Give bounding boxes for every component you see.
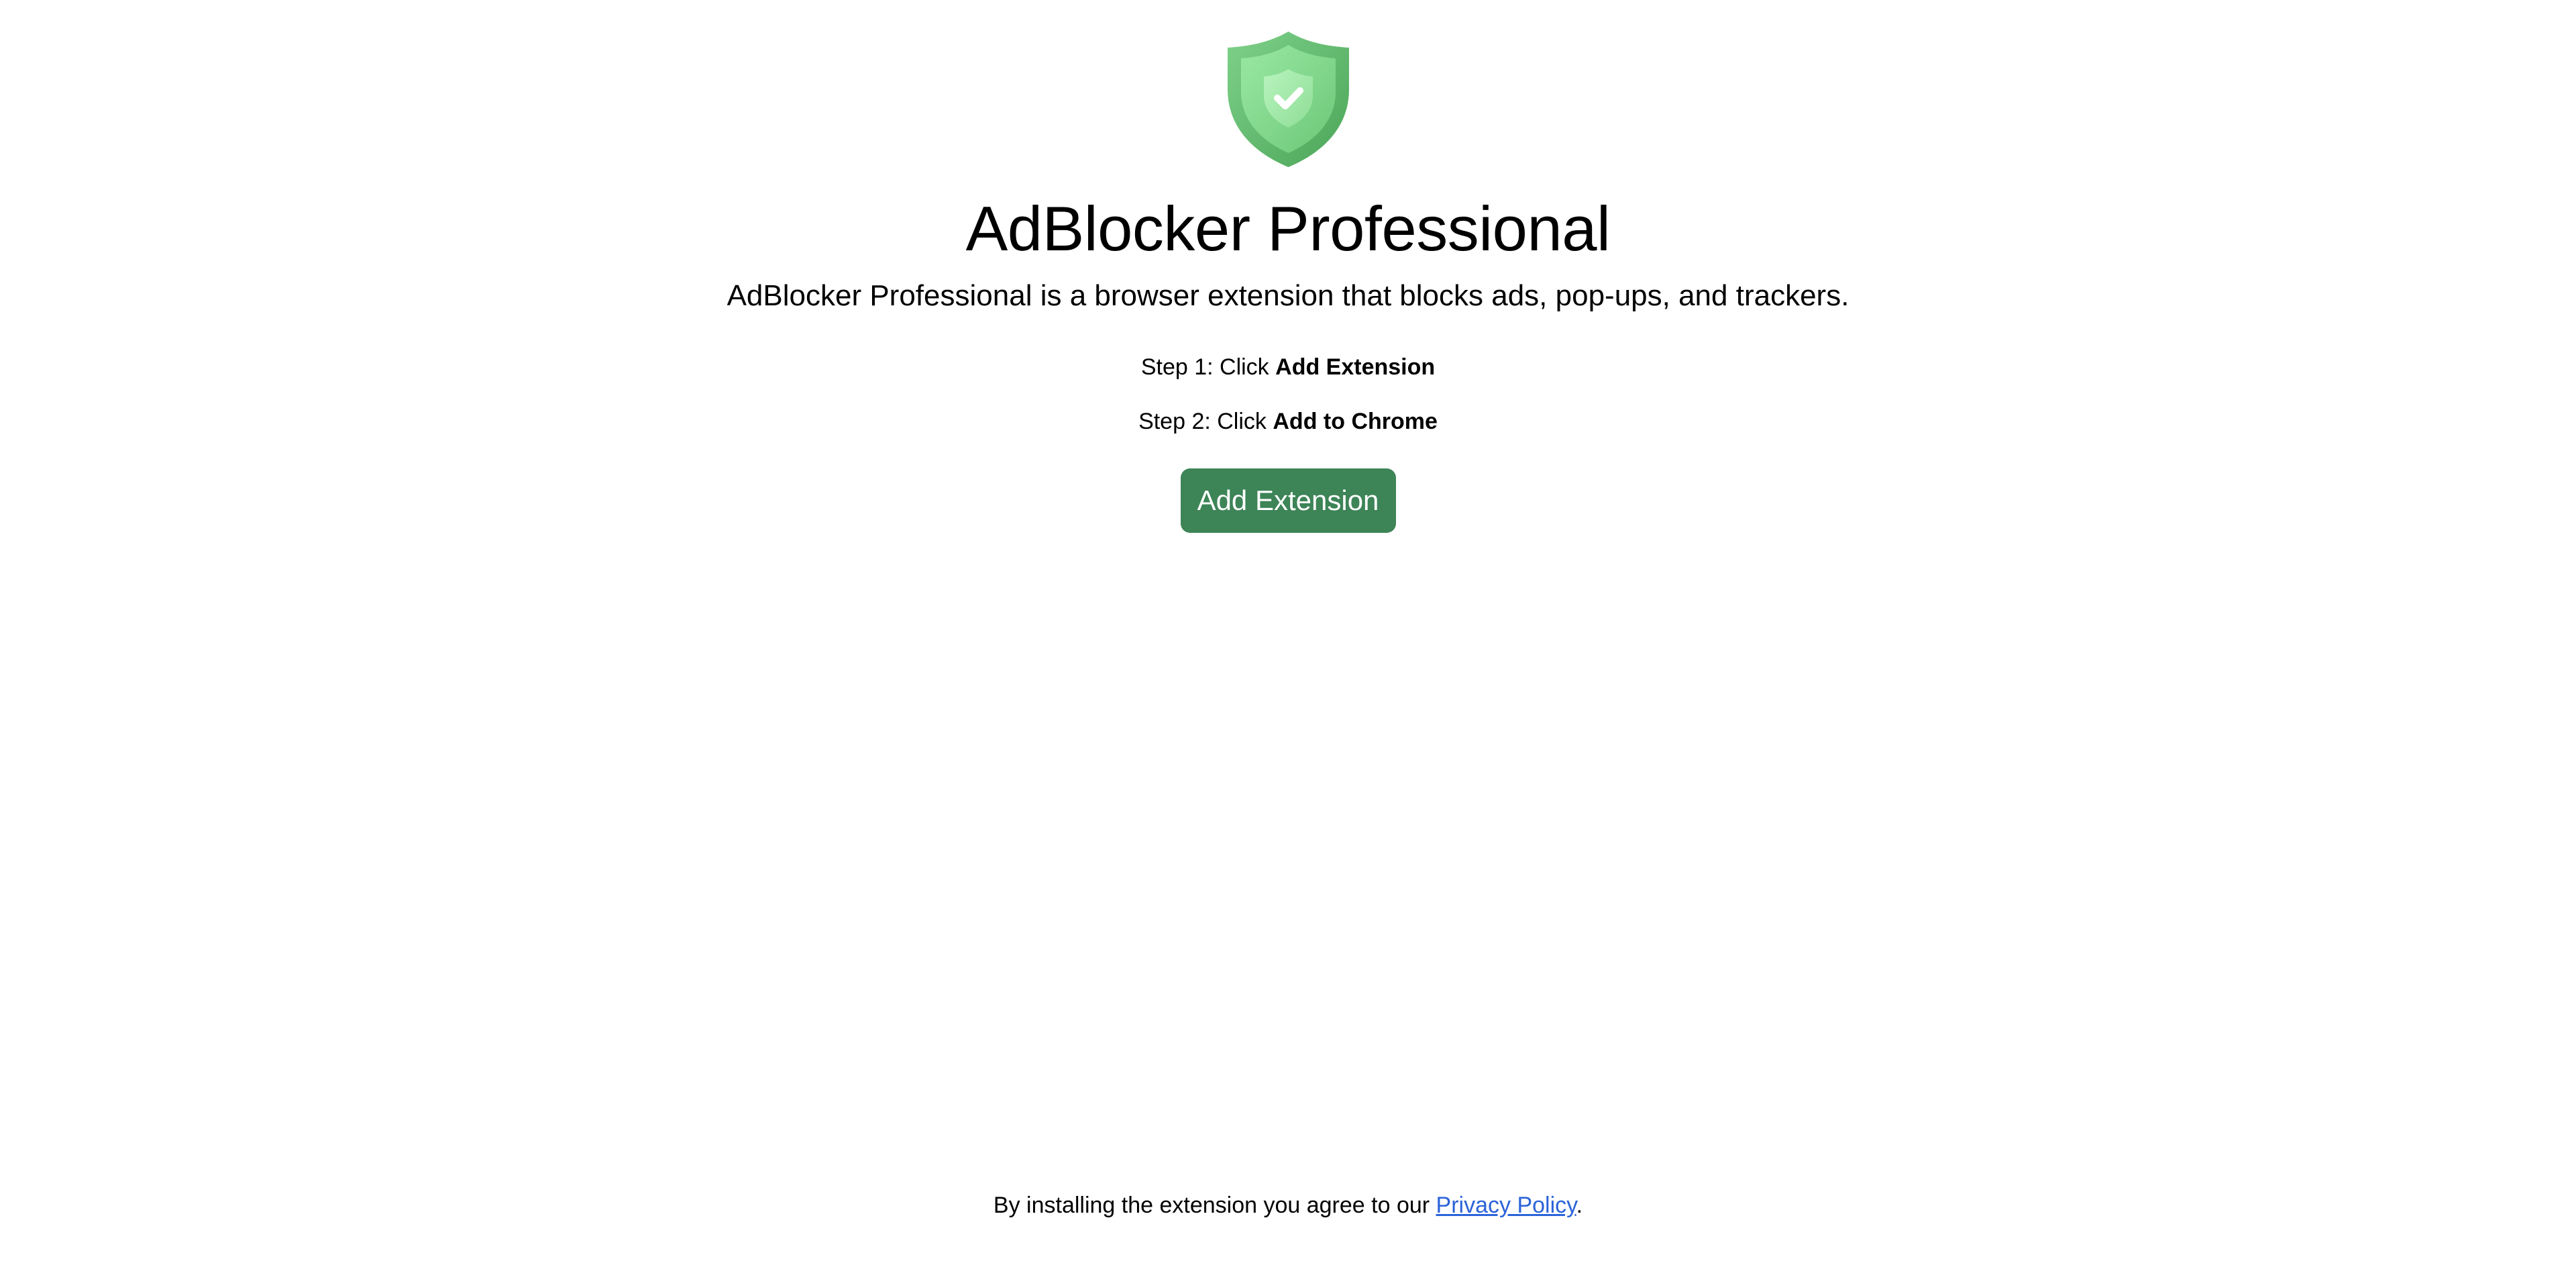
step-2-action: Add to Chrome	[1273, 409, 1438, 434]
step-2-prefix: Step 2: Click	[1138, 409, 1273, 434]
tagline: AdBlocker Professional is a browser exte…	[727, 279, 1849, 312]
page-title: AdBlocker Professional	[965, 193, 1611, 264]
shield-check-icon	[1226, 30, 1350, 168]
step-2-instruction: Step 2: Click Add to Chrome	[1138, 408, 1438, 435]
footer-disclaimer: By installing the extension you agree to…	[0, 1192, 2576, 1219]
step-1-action: Add Extension	[1275, 354, 1436, 380]
page: AdBlocker Professional AdBlocker Profess…	[0, 0, 2576, 1263]
step-1-prefix: Step 1: Click	[1140, 354, 1276, 380]
add-extension-button[interactable]: Add Extension	[1180, 468, 1396, 533]
main-content: AdBlocker Professional AdBlocker Profess…	[0, 0, 2576, 533]
step-1-instruction: Step 1: Click Add Extension	[1141, 354, 1435, 381]
footer-text: By installing the extension you agree to…	[993, 1193, 1436, 1218]
footer-period: .	[1576, 1193, 1583, 1218]
privacy-policy-link[interactable]: Privacy Policy	[1436, 1193, 1576, 1218]
